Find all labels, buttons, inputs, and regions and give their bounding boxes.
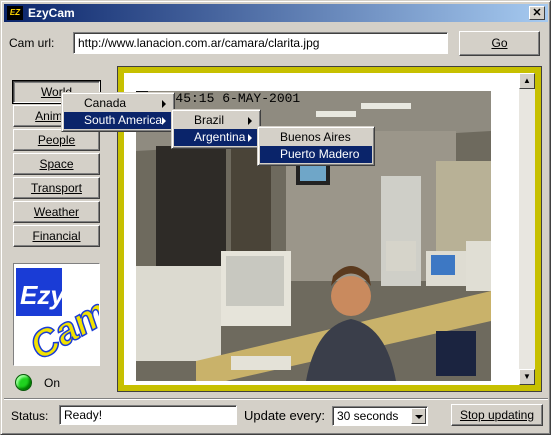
ezycam-logo-graphic: Ezy Cam (16, 268, 116, 369)
menu-item-brazil-label: Brazil (194, 113, 225, 127)
scroll-down-icon[interactable]: ▼ (519, 369, 535, 385)
menu-item-buenos-aires-label: Buenos Aires (280, 130, 351, 144)
category-space-button[interactable]: Space (13, 153, 100, 175)
submenu-arrow-icon (248, 117, 252, 125)
category-transport-label: Transport (31, 181, 82, 195)
category-financial-label: Financial (32, 229, 81, 243)
scroll-up-icon[interactable]: ▲ (519, 73, 535, 89)
update-interval-select[interactable]: 30 seconds (332, 406, 428, 426)
title-bar[interactable]: EZ EzyCam ✕ (4, 4, 548, 22)
category-weather-button[interactable]: Weather (13, 201, 100, 223)
logo-text-top: Ezy (20, 280, 66, 310)
ezycam-app-icon[interactable]: EZ (7, 6, 23, 20)
go-button[interactable]: Go (459, 31, 540, 56)
menu-item-puerto-madero-label: Puerto Madero (280, 147, 360, 161)
menu-item-south-america[interactable]: South America (64, 112, 172, 129)
category-transport-button[interactable]: Transport (13, 177, 100, 199)
category-space-label: Space (39, 157, 74, 171)
menu-item-puerto-madero[interactable]: Puerto Madero (260, 146, 372, 163)
category-weather-label: Weather (33, 205, 80, 219)
status-field: Ready! (59, 405, 237, 425)
menu-item-south-america-label: South America (84, 113, 163, 127)
update-every-label: Update every: (244, 408, 325, 423)
stop-updating-button[interactable]: Stop updating (451, 404, 543, 426)
menu-world: Canada South America (61, 92, 175, 132)
category-people-button[interactable]: People (13, 129, 100, 151)
submenu-arrow-icon (162, 117, 166, 125)
status-value: Ready! (64, 408, 103, 422)
vertical-scrollbar[interactable]: ▲ ▼ (519, 73, 535, 385)
submenu-arrow-icon (248, 134, 252, 142)
menu-item-buenos-aires[interactable]: Buenos Aires (260, 129, 372, 146)
power-status-label: On (44, 376, 61, 390)
menu-item-argentina-label: Argentina (194, 130, 246, 144)
update-interval-value: 30 seconds (337, 409, 399, 423)
chevron-down-icon[interactable] (411, 408, 426, 424)
menu-argentina: Buenos Aires Puerto Madero (257, 126, 375, 166)
menu-item-canada[interactable]: Canada (64, 95, 172, 112)
category-people-label: People (37, 133, 76, 147)
status-label: Status: (11, 409, 49, 423)
stop-updating-label: Stop updating (459, 408, 535, 422)
window-title: EzyCam (28, 6, 75, 20)
close-button[interactable]: ✕ (529, 6, 545, 20)
menu-item-brazil[interactable]: Brazil (174, 112, 258, 129)
cam-url-label: Cam url: (9, 36, 55, 50)
menu-item-argentina[interactable]: Argentina (174, 129, 258, 146)
status-separator (4, 398, 548, 400)
power-status-icon (15, 374, 32, 391)
menu-south-america: Brazil Argentina (171, 109, 261, 149)
ezycam-logo: Ezy Cam (13, 263, 116, 369)
go-button-label: Go (491, 36, 508, 50)
menu-item-canada-label: Canada (84, 96, 127, 110)
category-financial-button[interactable]: Financial (13, 225, 100, 247)
ezycam-window: EZ EzyCam ✕ Cam url: http://www.lanacion… (0, 0, 551, 435)
cam-url-input[interactable]: http://www.lanacion.com.ar/camara/clarit… (73, 32, 448, 54)
cam-url-value: http://www.lanacion.com.ar/camara/clarit… (78, 36, 320, 50)
submenu-arrow-icon (162, 100, 166, 108)
